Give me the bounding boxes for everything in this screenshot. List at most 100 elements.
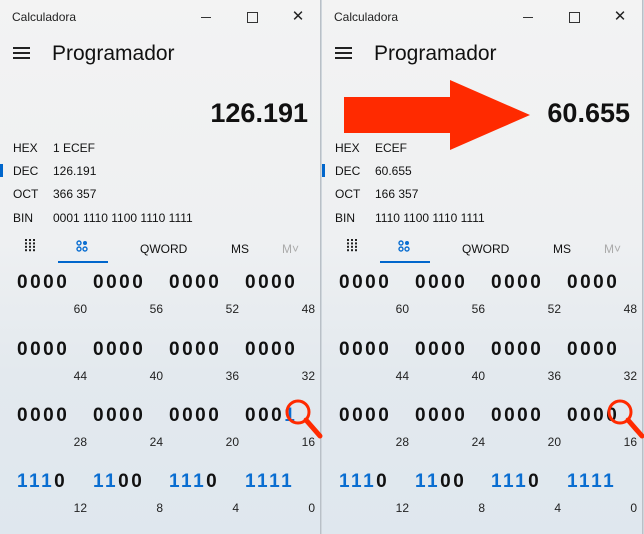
bit-toggle[interactable]: 0 (376, 471, 389, 492)
radix-row-bin[interactable]: BIN 1110 1100 1110 1111 (322, 207, 642, 229)
bit-toggle[interactable]: 0 (453, 471, 466, 492)
bit-toggle[interactable]: 1 (415, 471, 427, 492)
bit-toggle[interactable]: 0 (352, 339, 365, 360)
bit-toggle[interactable]: 0 (339, 272, 352, 293)
bit-toggle[interactable]: 0 (441, 272, 454, 293)
bit-toggle[interactable]: 0 (606, 272, 619, 293)
bit-toggle[interactable]: 0 (352, 272, 365, 293)
bit-toggle[interactable]: 0 (441, 339, 454, 360)
bit-toggle[interactable]: 0 (530, 272, 543, 293)
bit-toggle[interactable]: 0 (208, 272, 221, 293)
bit-toggle[interactable]: 1 (17, 471, 29, 492)
bit-toggle[interactable]: 0 (119, 339, 132, 360)
full-keypad-button[interactable] (24, 239, 38, 256)
bit-toggle[interactable]: 0 (580, 405, 593, 426)
bit-toggle[interactable]: 0 (43, 405, 56, 426)
bit-toggle[interactable]: 0 (593, 339, 606, 360)
bit-toggle[interactable]: 0 (93, 272, 106, 293)
bit-toggle[interactable]: 0 (271, 272, 284, 293)
bit-toggle[interactable]: 0 (54, 471, 67, 492)
bit-toggle[interactable]: 1 (41, 471, 54, 492)
bit-toggle[interactable]: 0 (30, 405, 43, 426)
bit-toggle[interactable]: 1 (591, 471, 603, 492)
bit-toggle[interactable]: 0 (491, 272, 504, 293)
bit-toggle[interactable]: 0 (258, 339, 271, 360)
bit-toggle[interactable]: 0 (365, 339, 378, 360)
bit-toggle[interactable]: 0 (169, 339, 182, 360)
memory-store-button[interactable]: MS (231, 242, 249, 256)
radix-row-dec[interactable]: DEC 60.655 (322, 160, 642, 182)
bit-toggle[interactable]: 0 (284, 339, 297, 360)
bit-toggle[interactable]: 1 (181, 471, 193, 492)
bit-toggle[interactable]: 1 (427, 471, 440, 492)
bit-toggle[interactable]: 1 (169, 471, 181, 492)
memory-store-button[interactable]: MS (553, 242, 571, 256)
bit-toggle[interactable]: 0 (580, 272, 593, 293)
bit-toggle[interactable]: 0 (43, 272, 56, 293)
bit-toggle[interactable]: 0 (258, 405, 271, 426)
bit-toggle[interactable]: 0 (208, 339, 221, 360)
memory-list-button[interactable]: M˅ (282, 242, 299, 256)
bit-toggle[interactable]: 0 (428, 272, 441, 293)
bit-toggle[interactable]: 0 (245, 272, 258, 293)
bit-toggle[interactable]: 1 (363, 471, 376, 492)
maximize-button[interactable] (244, 8, 260, 26)
radix-row-hex[interactable]: HEX 1 ECEF (0, 137, 320, 159)
bit-toggle[interactable]: 1 (339, 471, 351, 492)
bit-toggle[interactable]: 0 (567, 405, 580, 426)
bit-toggle[interactable]: 0 (106, 272, 119, 293)
bit-toggle[interactable]: 1 (491, 471, 503, 492)
minimize-button[interactable] (520, 8, 536, 26)
bit-toggle[interactable]: 1 (257, 471, 269, 492)
bit-toggle[interactable]: 0 (245, 405, 258, 426)
bit-toggle[interactable]: 1 (281, 471, 294, 492)
bit-toggle[interactable]: 0 (169, 405, 182, 426)
bit-toggling-keypad-button[interactable] (75, 239, 89, 256)
bit-toggle[interactable]: 1 (105, 471, 118, 492)
bit-toggle[interactable]: 1 (29, 471, 41, 492)
radix-row-bin[interactable]: BIN 0001 1110 1100 1110 1111 (0, 207, 320, 229)
bit-toggle[interactable]: 0 (271, 405, 284, 426)
bit-toggle[interactable]: 0 (504, 272, 517, 293)
bit-toggle[interactable]: 0 (504, 339, 517, 360)
bit-toggle[interactable]: 0 (491, 405, 504, 426)
bit-toggle[interactable]: 0 (245, 339, 258, 360)
bit-toggle[interactable]: 0 (517, 405, 530, 426)
bit-toggle[interactable]: 0 (93, 339, 106, 360)
bit-toggle[interactable]: 0 (271, 339, 284, 360)
bit-toggle[interactable]: 0 (106, 339, 119, 360)
bit-toggle[interactable]: 1 (603, 471, 616, 492)
bit-toggle[interactable]: 0 (428, 405, 441, 426)
bit-toggle[interactable]: 0 (339, 405, 352, 426)
bit-toggle[interactable]: 0 (119, 272, 132, 293)
bit-toggle[interactable]: 0 (195, 272, 208, 293)
bit-toggle[interactable]: 0 (593, 272, 606, 293)
bit-toggle[interactable]: 1 (245, 471, 257, 492)
bit-toggle[interactable]: 0 (118, 471, 131, 492)
bit-toggle[interactable]: 1 (503, 471, 515, 492)
word-size-button[interactable]: QWORD (140, 242, 187, 256)
bit-toggle[interactable]: 0 (454, 339, 467, 360)
bit-toggle[interactable]: 0 (517, 272, 530, 293)
bit-toggle[interactable]: 0 (454, 405, 467, 426)
radix-row-dec[interactable]: DEC 126.191 (0, 160, 320, 182)
hamburger-menu-icon[interactable] (13, 47, 30, 61)
bit-toggle[interactable]: 0 (208, 405, 221, 426)
close-button[interactable]: ✕ (612, 8, 628, 26)
bit-toggle[interactable]: 0 (119, 405, 132, 426)
bit-toggle[interactable]: 0 (528, 471, 541, 492)
bit-toggle[interactable]: 0 (567, 339, 580, 360)
bit-toggle[interactable]: 0 (580, 339, 593, 360)
bit-toggle[interactable]: 0 (56, 339, 69, 360)
bit-toggle[interactable]: 1 (567, 471, 579, 492)
word-size-button[interactable]: QWORD (462, 242, 509, 256)
bit-toggle[interactable]: 0 (30, 339, 43, 360)
bit-toggle[interactable]: 0 (182, 339, 195, 360)
bit-toggle[interactable]: 0 (504, 405, 517, 426)
bit-toggle[interactable]: 0 (378, 339, 391, 360)
bit-toggle[interactable]: 0 (441, 405, 454, 426)
bit-toggle[interactable]: 0 (530, 405, 543, 426)
bit-toggling-keypad-button[interactable] (397, 239, 411, 256)
bit-toggle[interactable]: 0 (530, 339, 543, 360)
bit-toggle[interactable]: 0 (182, 405, 195, 426)
